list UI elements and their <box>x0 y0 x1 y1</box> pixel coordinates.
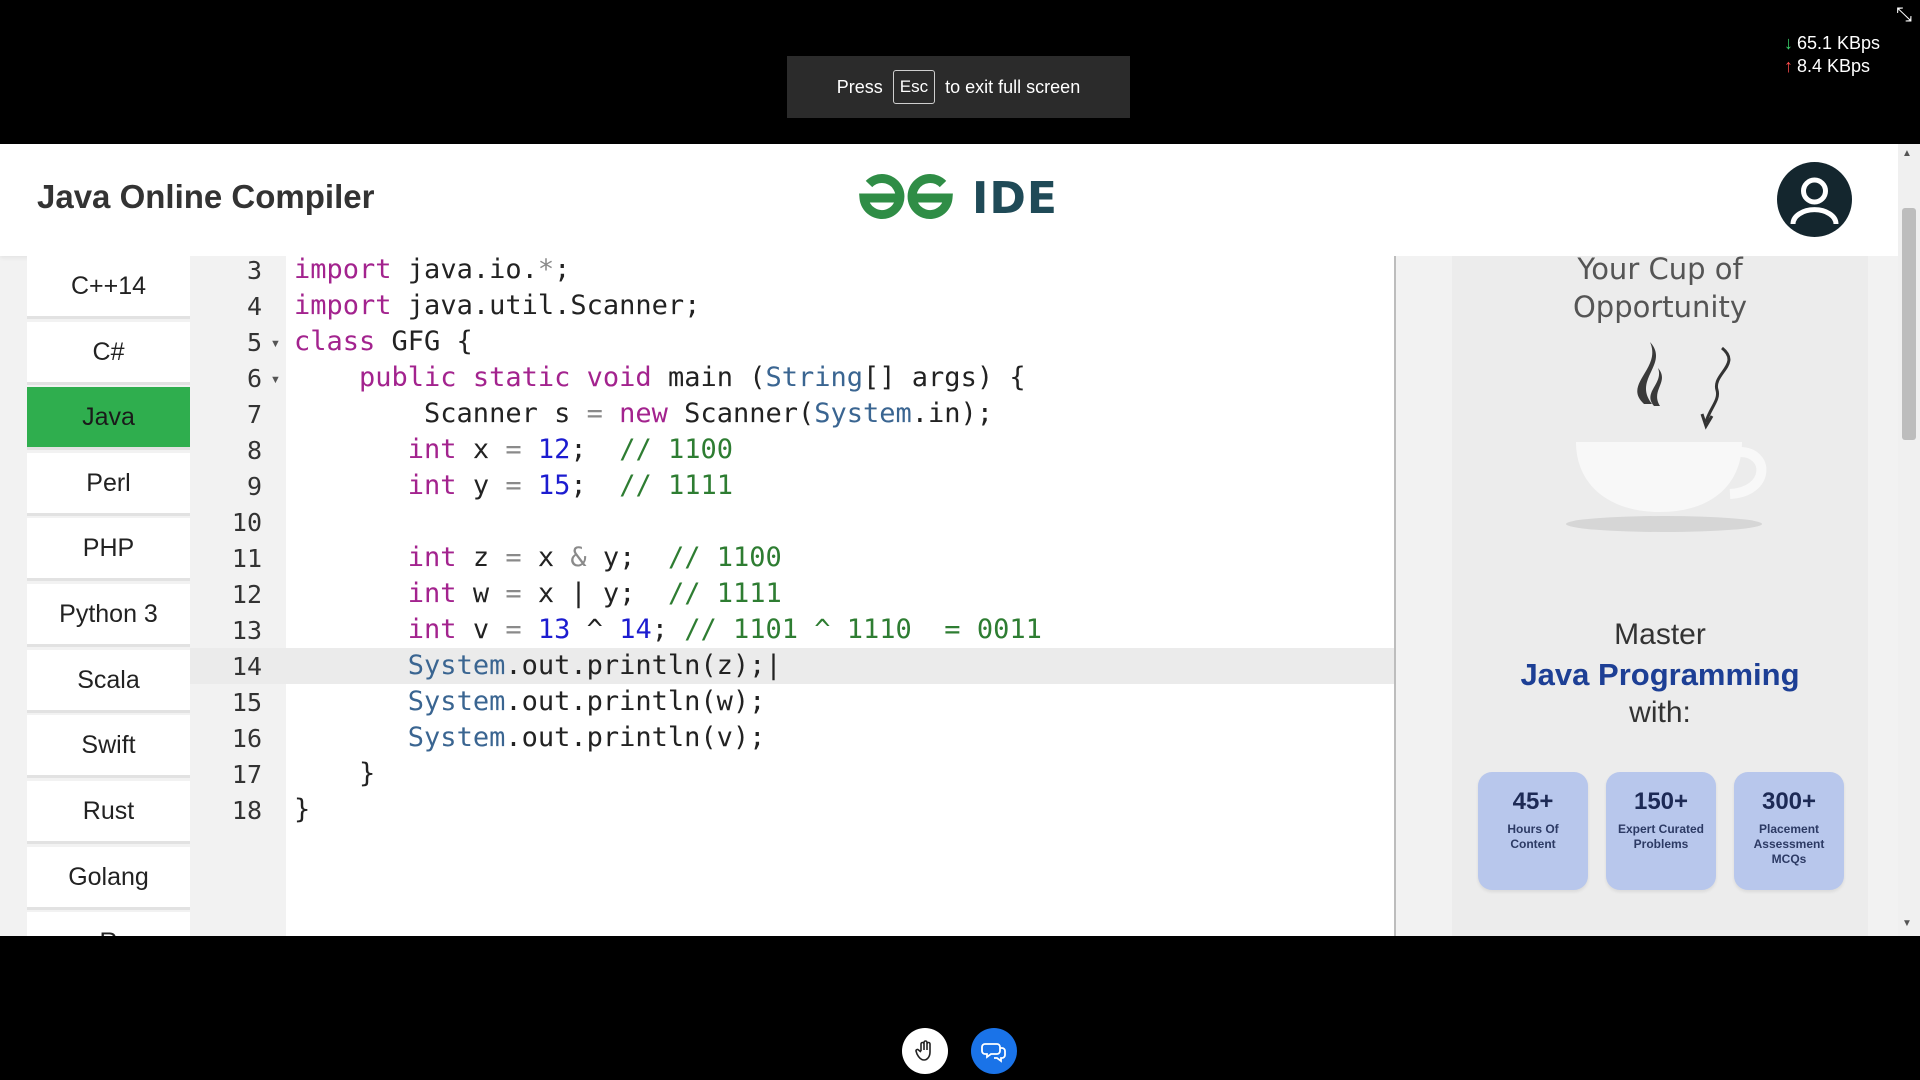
code-line: class GFG { <box>294 326 473 357</box>
line-number: 15 <box>231 688 262 717</box>
code-line: System.out.println(v); <box>407 722 766 753</box>
stat-problems: 150+ Expert Curated Problems <box>1606 772 1716 890</box>
line-number: 7 <box>246 400 262 429</box>
ad-banner[interactable]: Your Cup of Opportunity Master Java Prog… <box>1452 252 1868 936</box>
chat-icon <box>981 1043 1006 1063</box>
upload-speed: ↑ 8.4 KBps <box>1784 55 1880 78</box>
lang-cpp14[interactable]: C++14 <box>27 256 190 319</box>
lang-php[interactable]: PHP <box>27 518 190 581</box>
line-number: 12 <box>231 580 262 609</box>
line-number: 17 <box>231 760 262 789</box>
stat-label: Hours Of Content <box>1507 822 1559 851</box>
language-list: C++14 C# Java Perl PHP Python 3 Scala Sw… <box>27 256 190 936</box>
scroll-thumb[interactable] <box>1902 208 1916 440</box>
lang-swift[interactable]: Swift <box>27 715 190 778</box>
header: Java Online Compiler IDE <box>0 144 1898 256</box>
stat-label: Placement Assessment MCQs <box>1753 822 1825 866</box>
fullscreen-toast: Press Esc to exit full screen <box>787 56 1130 118</box>
code-line: int z = x & y; // 1100 <box>407 542 782 573</box>
download-speed-value: 65.1 KBps <box>1796 33 1880 53</box>
stat-value: 150+ <box>1633 788 1689 815</box>
lang-golang[interactable]: Golang <box>27 847 190 910</box>
line-number: 4 <box>246 292 262 321</box>
code-line: import java.io.*; <box>294 254 571 285</box>
network-speed: ↓ 65.1 KBps ↑ 8.4 KBps <box>1784 32 1880 78</box>
code-line: System.out.println(w); <box>407 686 766 717</box>
scroll-up-icon[interactable]: ▲ <box>1902 148 1912 159</box>
coffee-cup-icon <box>1566 342 1767 532</box>
lang-r[interactable]: R <box>27 912 190 936</box>
line-number: 9 <box>246 472 262 501</box>
app-window: Java Online Compiler IDE C++14 C# Java P… <box>0 144 1920 936</box>
line-number: 3 <box>246 256 262 285</box>
code-editor[interactable]: 3 4 5 ▼ 6 ▼ 7 8 9 10 11 12 13 14 15 16 1… <box>190 254 1394 936</box>
code-line: int v = 13 ^ 14; // 1101 ^ 1110 = 0011 <box>407 614 1042 645</box>
code-line: Scanner s = new Scanner(System.in); <box>294 398 994 429</box>
page-scrollbar[interactable]: ▲ ▼ <box>1898 144 1920 936</box>
code-line: System.out.println(z);| <box>407 650 782 681</box>
line-number: 16 <box>231 724 262 753</box>
raise-hand-button[interactable] <box>902 1028 948 1074</box>
user-avatar[interactable] <box>1777 162 1852 237</box>
hand-icon <box>915 1040 931 1061</box>
fold-arrow-icon[interactable]: ▼ <box>270 374 281 386</box>
ad-tagline: Your Cup of Opportunity <box>1452 250 1868 326</box>
gfg-logo-icon <box>859 174 953 219</box>
gfg-logo[interactable]: IDE <box>854 170 1058 226</box>
user-icon <box>1790 177 1839 225</box>
chat-button[interactable] <box>971 1028 1017 1074</box>
fold-arrow-icon[interactable]: ▼ <box>270 338 281 350</box>
exit-fullscreen-icon[interactable]: ⤡ <box>1896 4 1912 27</box>
lang-csharp[interactable]: C# <box>27 322 190 385</box>
arrow-down-icon: ↓ <box>1783 33 1793 53</box>
ad-master: Master <box>1614 618 1706 651</box>
download-speed: ↓ 65.1 KBps <box>1784 32 1880 55</box>
line-number: 6 <box>246 364 262 393</box>
line-number: 14 <box>231 652 262 681</box>
lang-scala[interactable]: Scala <box>27 650 190 713</box>
lang-perl[interactable]: Perl <box>27 453 190 516</box>
stat-value: 45+ <box>1512 788 1554 815</box>
logo-text: IDE <box>972 172 1058 224</box>
esc-key: Esc <box>892 70 936 104</box>
line-number: 10 <box>231 508 262 537</box>
code-line: public static void main (String[] args) … <box>359 362 1026 393</box>
ad-with: with: <box>1629 696 1691 729</box>
line-number: 8 <box>246 436 262 465</box>
scroll-down-icon[interactable]: ▼ <box>1902 918 1912 929</box>
ad-java-programming: Java Programming <box>1520 657 1800 692</box>
code-line: int w = x | y; // 1111 <box>407 578 782 609</box>
code-line: } <box>294 758 376 789</box>
code-line: int y = 15; // 1111 <box>407 470 733 501</box>
stat-label: Expert Curated Problems <box>1617 822 1705 851</box>
stat-mcqs: 300+ Placement Assessment MCQs <box>1734 772 1844 890</box>
ad-panel: Your Cup of Opportunity Master Java Prog… <box>1396 252 1898 936</box>
code-line: } <box>294 794 311 825</box>
line-number: 5 <box>246 328 262 357</box>
arrow-up-icon: ↑ <box>1783 56 1793 76</box>
stat-value: 300+ <box>1761 788 1817 815</box>
page-title: Java Online Compiler <box>37 178 375 215</box>
code-line: import java.util.Scanner; <box>294 290 701 321</box>
upload-speed-value: 8.4 KBps <box>1796 56 1870 76</box>
ad-tagline-line1: Your Cup of <box>1577 252 1743 286</box>
toast-press: Press <box>836 76 883 97</box>
stat-hours: 45+ Hours Of Content <box>1478 772 1588 890</box>
lang-java[interactable]: Java <box>27 387 190 450</box>
toast-rest: to exit full screen <box>945 76 1081 97</box>
lang-rust[interactable]: Rust <box>27 781 190 844</box>
code-line: int x = 12; // 1100 <box>407 434 733 465</box>
line-number: 18 <box>231 796 262 825</box>
lang-python3[interactable]: Python 3 <box>27 584 190 647</box>
line-number: 13 <box>231 616 262 645</box>
ad-tagline-line2: Opportunity <box>1572 290 1748 324</box>
line-number: 11 <box>231 544 262 573</box>
